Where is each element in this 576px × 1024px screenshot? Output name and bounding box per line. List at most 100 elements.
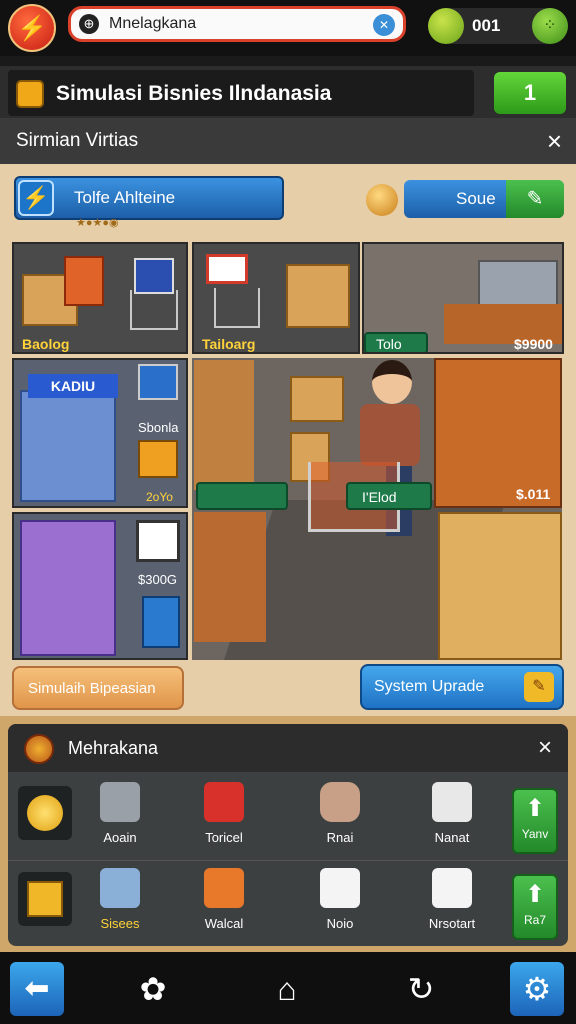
- clear-icon[interactable]: ✕: [373, 14, 395, 36]
- store-tile-counter[interactable]: Tolo $9900: [362, 242, 564, 354]
- price-sign-icon: [136, 520, 180, 562]
- sub-header: Sirmian Virtias ×: [0, 118, 576, 164]
- arcade-icon: [138, 440, 178, 478]
- camera-icon: [320, 868, 360, 908]
- page-title: Simulasi Bisnies Ilndanasia: [56, 82, 332, 105]
- row-item[interactable]: Aoain: [80, 776, 160, 856]
- management-header: Mehrakana ×: [8, 724, 568, 772]
- apps-button[interactable]: ✿: [126, 962, 180, 1016]
- row-item[interactable]: Sisees: [80, 862, 160, 942]
- store-tile-boxes[interactable]: Baolog: [12, 242, 188, 354]
- search-bar[interactable]: ⊕ Mnelagkana ✕: [68, 6, 406, 42]
- dice-icon[interactable]: ⁘: [532, 8, 568, 44]
- search-icon: ⊕: [79, 14, 99, 34]
- tile-label: Tailoarg: [202, 336, 256, 352]
- gear-button[interactable]: [18, 786, 72, 840]
- row-item-label: Rnai: [326, 830, 354, 845]
- tile-tag-blank: [196, 482, 288, 510]
- row-item[interactable]: Noio: [300, 862, 380, 942]
- row-item[interactable]: Rnai: [300, 776, 380, 856]
- row-item-label: Walcal: [204, 916, 244, 931]
- lightning-icon: ⚡: [18, 180, 54, 216]
- brush-icon: [432, 782, 472, 822]
- gear-icon: ⚙: [522, 971, 552, 1007]
- management-row: Aoain Toricel Rnai Nanat ⬆ Yanv: [8, 776, 568, 860]
- back-button[interactable]: ⬅: [10, 962, 64, 1016]
- store-tile-drinks[interactable]: $300G: [12, 512, 188, 660]
- monitor-icon: [138, 364, 178, 400]
- tile-price: $300G: [138, 572, 178, 587]
- clock-icon: [24, 734, 54, 764]
- row-divider: [8, 860, 568, 861]
- store-tile-shelves[interactable]: KADIU Sbonla 2oYo: [12, 358, 188, 508]
- tile-label: Baolog: [22, 336, 70, 352]
- box-icon: [204, 868, 244, 908]
- refresh-button[interactable]: ↻: [394, 962, 448, 1016]
- system-upgrade-button[interactable]: System Uprade ✎: [360, 664, 564, 710]
- row-item[interactable]: Walcal: [184, 862, 264, 942]
- row-item-label: Nrsotart: [428, 916, 476, 931]
- bottom-nav: ⬅ ✿ ⌂ ↻ ⚙: [0, 952, 576, 1024]
- cardboard-box-icon: [286, 264, 350, 328]
- save-label: Soue: [456, 189, 496, 208]
- barrel-icon: [320, 782, 360, 822]
- close-icon[interactable]: ×: [538, 734, 552, 762]
- drinks-shelf: [194, 512, 266, 642]
- shopper-head: [372, 360, 412, 404]
- simulation-label: Simulaih Bipeasian: [28, 680, 156, 697]
- crate-button[interactable]: [18, 872, 72, 926]
- gear-cluster-icon: ✿: [139, 971, 167, 1007]
- left-shelf: [194, 360, 254, 490]
- map-pin-icon: [204, 782, 244, 822]
- tool-icon: [100, 782, 140, 822]
- fast-action-button[interactable]: ⚡ Tolfe Ahlteine: [14, 176, 284, 220]
- rating-icons: ★●★●◉: [76, 217, 119, 229]
- lightning-button[interactable]: ⚡: [8, 4, 56, 52]
- home-button[interactable]: ⌂: [260, 962, 314, 1016]
- calculator-icon: [432, 868, 472, 908]
- row-item[interactable]: Nrsotart: [412, 862, 492, 942]
- cart-icon: [214, 288, 260, 328]
- row-item-label: Toricel: [205, 830, 243, 845]
- row-item-label: Nanat: [434, 830, 470, 845]
- shopper-body: [360, 404, 420, 466]
- edit-icon[interactable]: ✎: [506, 180, 564, 218]
- store-sign: KADIU: [28, 374, 118, 398]
- jar-icon: [100, 868, 140, 908]
- shopper-tag[interactable]: I'Elod: [346, 482, 432, 510]
- level-button[interactable]: 1: [494, 72, 566, 114]
- simulation-button[interactable]: Simulaih Bipeasian: [12, 666, 184, 710]
- row-item[interactable]: Nanat: [412, 776, 492, 856]
- go-button[interactable]: ⬆ Ra7: [512, 874, 558, 940]
- home-icon: ⌂: [277, 971, 297, 1007]
- go-button[interactable]: ⬆ Yanv: [512, 788, 558, 854]
- tile-price: $9900: [514, 336, 553, 352]
- coin-icon: [428, 8, 464, 44]
- arrow-up-icon: ⬆: [524, 881, 546, 908]
- orange-box-icon: [64, 256, 104, 306]
- store-tile-carts[interactable]: Tailoarg: [192, 242, 360, 354]
- fast-action-label: Tolfe Ahlteine: [74, 188, 176, 207]
- sign-icon: [134, 258, 174, 294]
- shelf-icon: [20, 520, 116, 656]
- row-item[interactable]: Toricel: [184, 776, 264, 856]
- close-icon[interactable]: ×: [547, 126, 562, 157]
- save-button[interactable]: Soue ✎: [404, 180, 564, 218]
- cardboard-box-icon: [290, 376, 344, 422]
- top-bar: ⚡ ⊕ Mnelagkana ✕ 001 ⁘: [0, 0, 576, 56]
- crate-icon: [27, 881, 63, 917]
- tile-price: 2oYo: [146, 490, 173, 504]
- tile-label: Sbonla: [138, 420, 179, 435]
- management-inner: Mehrakana × Aoain Toricel Rnai Nanat ⬆ Ya…: [8, 724, 568, 946]
- arrow-up-icon: ⬆: [524, 795, 546, 822]
- box-icon: [142, 596, 180, 648]
- title-bar: Simulasi Bisnies Ilndanasia 1: [0, 66, 576, 120]
- shelf-price: $.011: [516, 486, 551, 502]
- price-sign-icon: [206, 254, 248, 284]
- lightning-icon: ⚡: [17, 14, 47, 42]
- settings-button[interactable]: ⚙: [510, 962, 564, 1016]
- helper-avatar-icon[interactable]: [366, 184, 398, 216]
- cart-icon: [130, 290, 178, 330]
- refresh-icon: ↻: [407, 971, 435, 1007]
- search-input-value[interactable]: Mnelagkana: [109, 15, 196, 33]
